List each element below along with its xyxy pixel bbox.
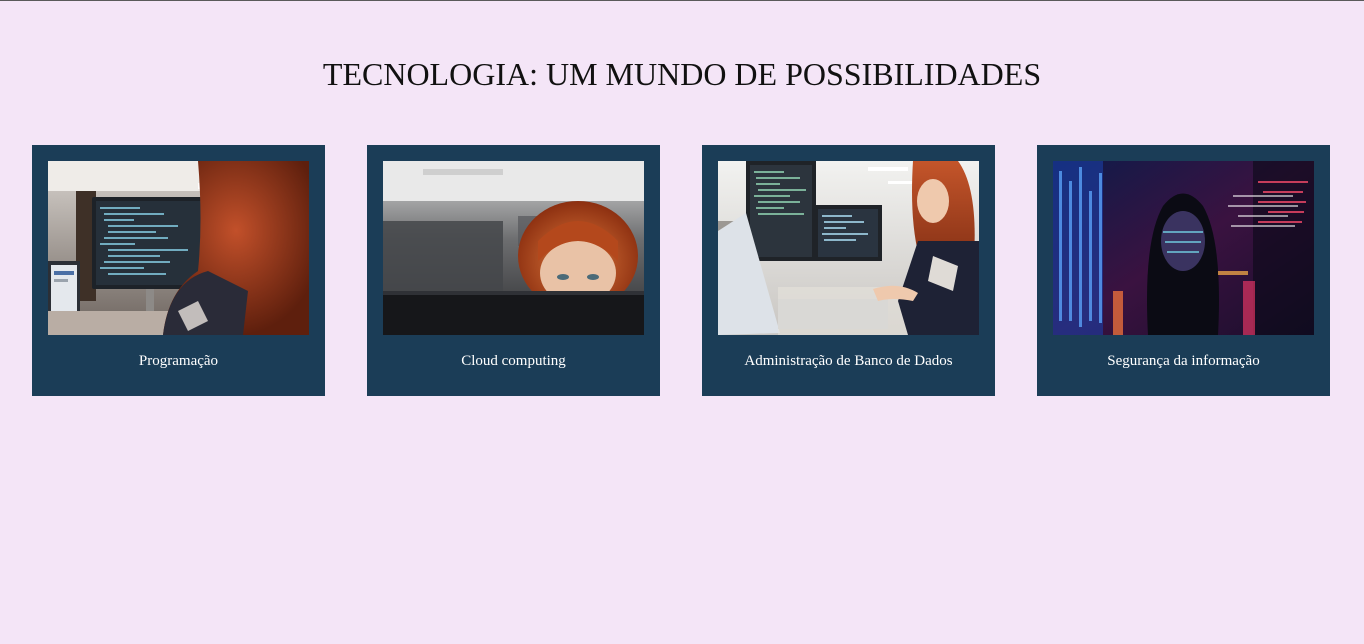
card-seguranca-da-informacao[interactable]: Segurança da informação [1037,145,1330,396]
page-title: TECNOLOGIA: UM MUNDO DE POSSIBILIDADES [322,56,1042,92]
woman-working-at-desk-photo [718,161,979,335]
card-caption: Programação [138,353,219,369]
card-grid: Programação Cloud computing Administraçã… [32,145,1332,396]
woman-coding-at-monitors-photo [48,161,309,335]
card-administracao-banco-de-dados[interactable]: Administração de Banco de Dados [702,145,995,396]
woman-peeking-over-monitor-photo [383,161,644,335]
woman-code-projection-photo [1053,161,1314,335]
card-caption: Segurança da informação [1107,353,1260,369]
card-cloud-computing[interactable]: Cloud computing [367,145,660,396]
card-caption: Administração de Banco de Dados [744,353,953,369]
card-caption: Cloud computing [461,353,566,369]
card-programacao[interactable]: Programação [32,145,325,396]
